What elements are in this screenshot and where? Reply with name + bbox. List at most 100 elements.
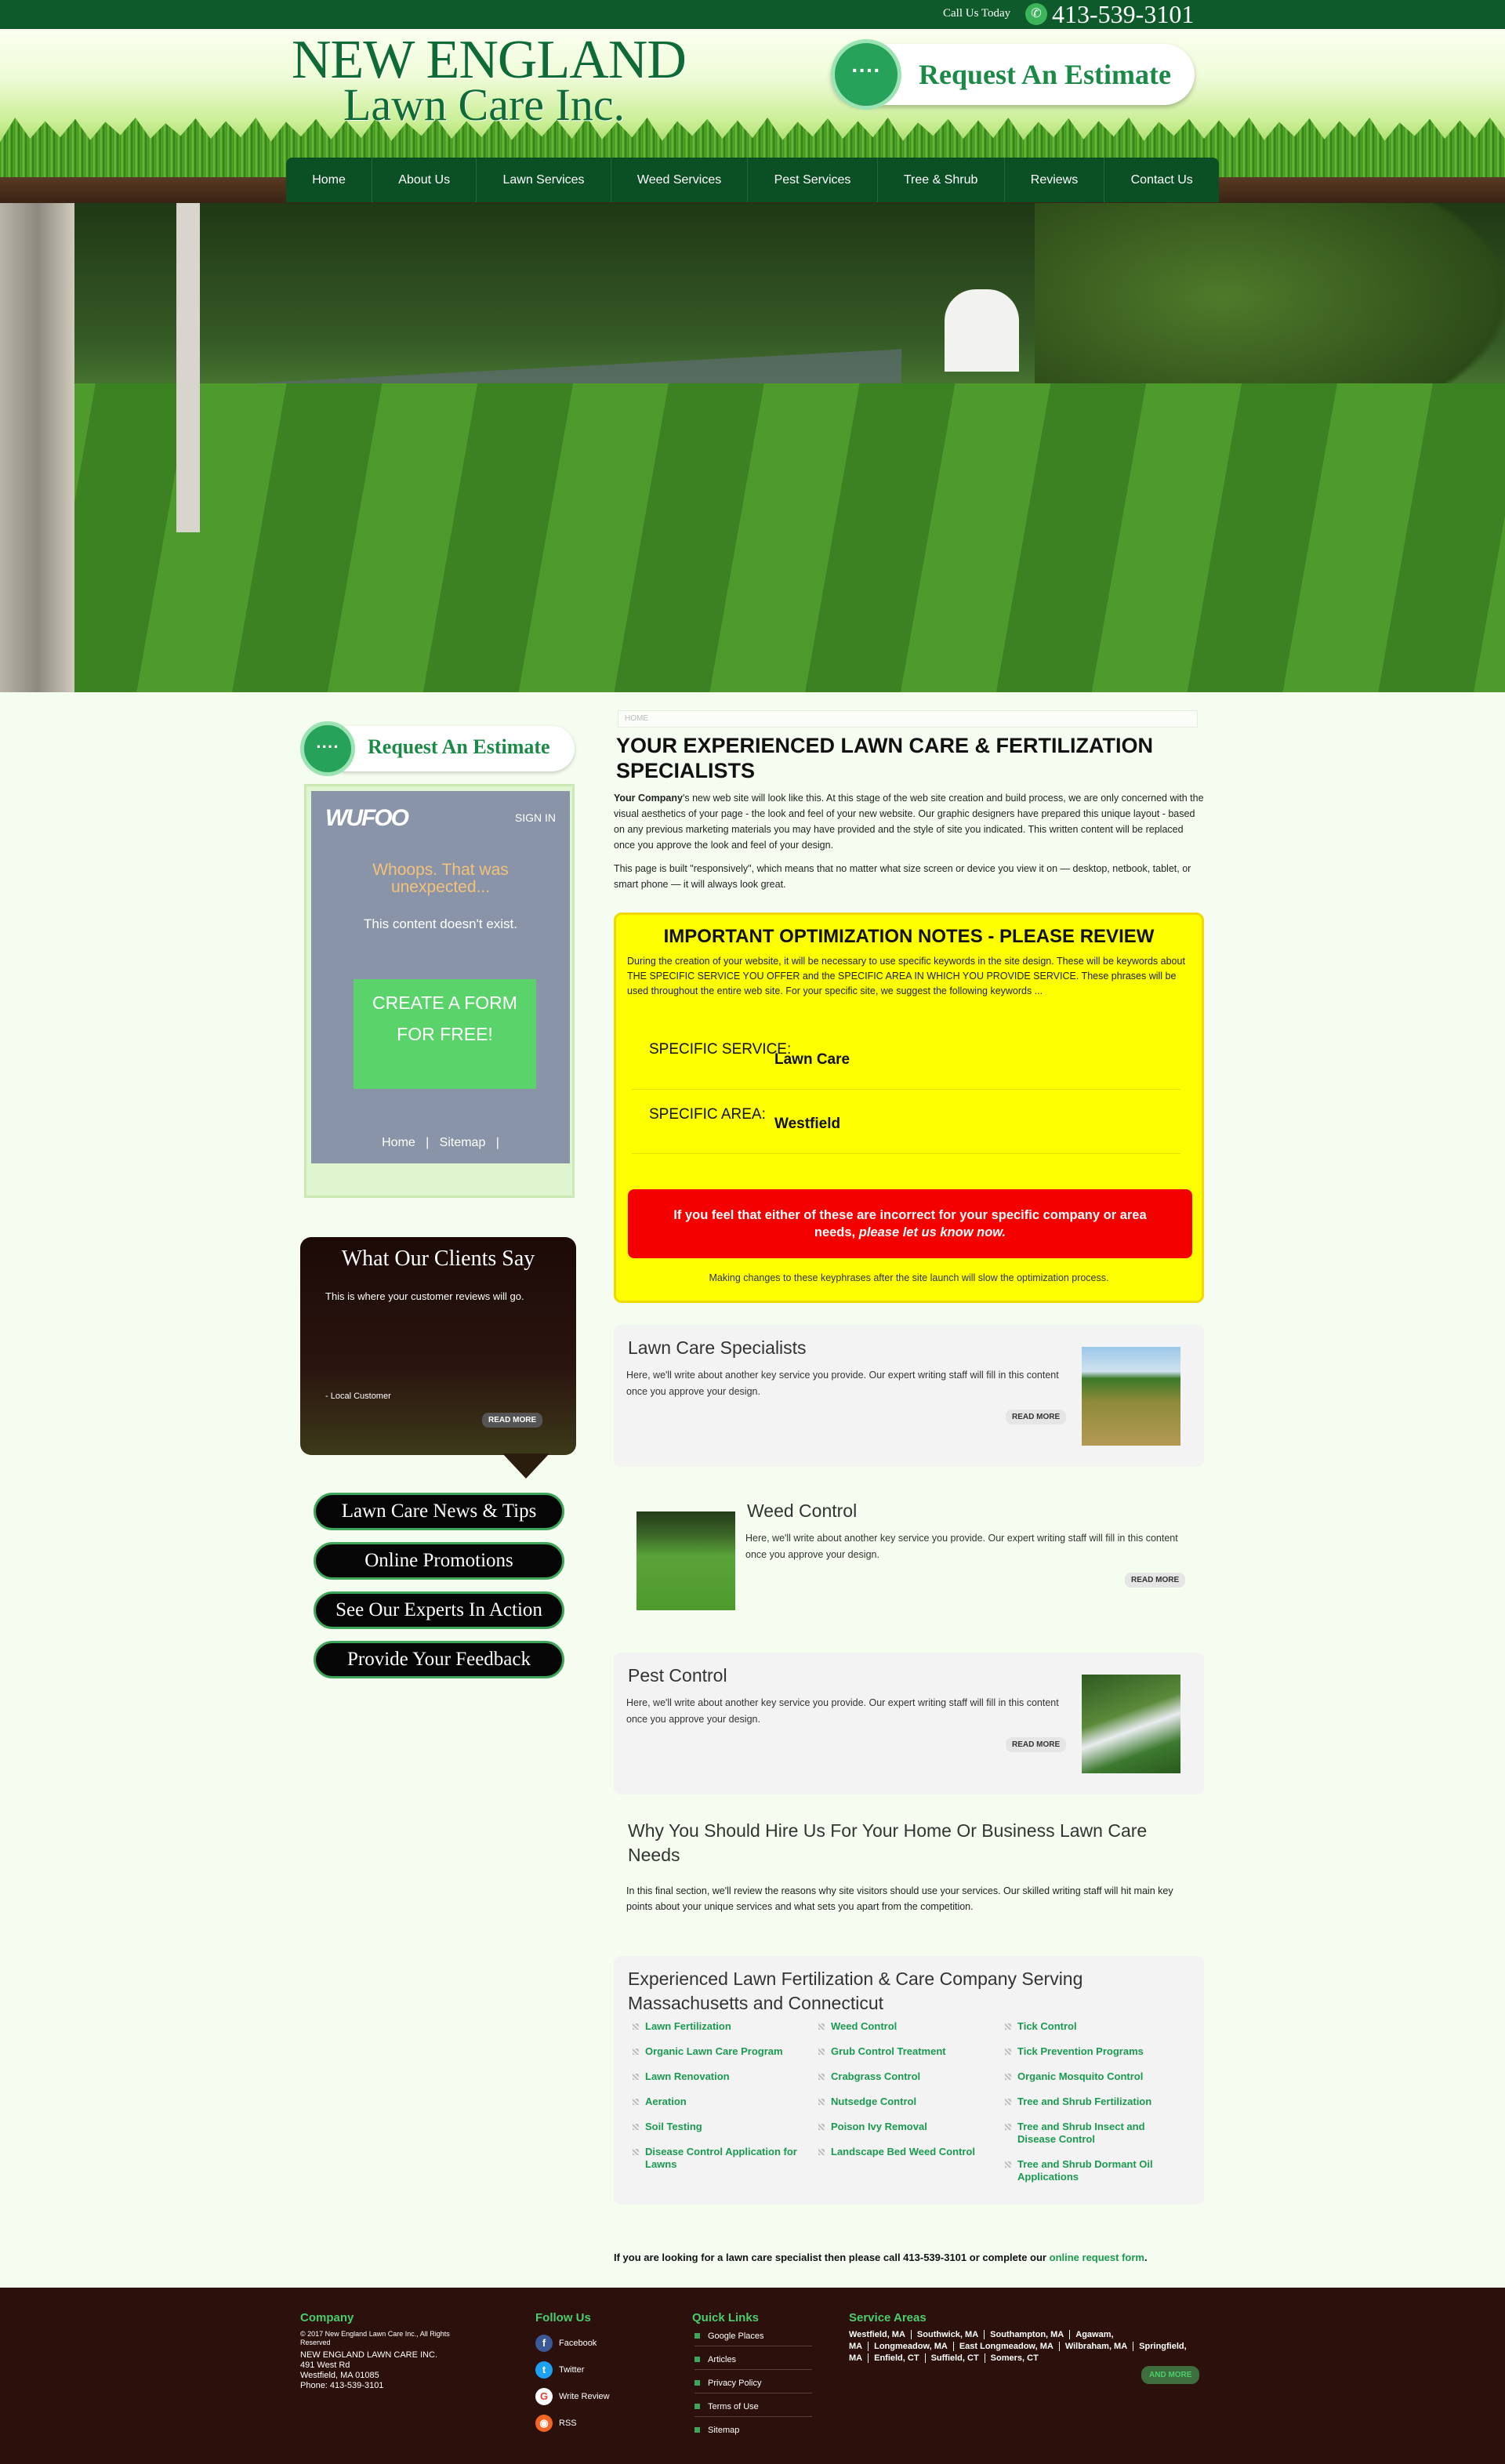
service-keyword-value: Lawn Care [774,1051,850,1068]
write-review-link[interactable]: G Write Review [535,2388,610,2405]
twitter-link[interactable]: t Twitter [535,2361,584,2379]
area-item[interactable]: Longmeadow, MA [869,2342,954,2351]
facebook-label: Facebook [559,2338,597,2348]
let-us-know-link[interactable]: please let us know now. [859,1225,1006,1239]
service-card-pest-control: Pest Control Here, we'll write about ano… [614,1653,1204,1794]
service-read-more[interactable]: READ MORE [1125,1573,1186,1588]
form-footer-links: Home | Sitemap | [311,1136,570,1150]
experts-action-button[interactable]: See Our Experts In Action [314,1591,564,1629]
quick-link-articles[interactable]: Articles [694,2355,812,2370]
service-card-weed-control: Weed Control Here, we'll write about ano… [614,1488,1204,1630]
service-link[interactable]: Disease Control Application for Lawns [629,2146,802,2171]
why-desc: In this final section, we'll review the … [626,1885,1173,1912]
and-more-button[interactable]: AND MORE [1141,2366,1200,2384]
nav-contact[interactable]: Contact Us [1104,158,1219,202]
links-col-lawn: Lawn Fertilization Organic Lawn Care Pro… [629,2020,802,2183]
area-item[interactable]: Somers, CT [985,2353,1044,2363]
service-title: Lawn Care Specialists [628,1337,807,1358]
area-item[interactable]: Southampton, MA [985,2330,1071,2339]
nav-tree-shrub[interactable]: Tree & Shrub [878,158,1005,202]
review-cite: - Local Customer [325,1392,391,1401]
company-phone: Phone: 413-539-3101 [300,2381,384,2390]
area-item[interactable]: Westfield, MA [849,2330,912,2339]
phone-link[interactable]: 413-539-3101 [1052,0,1194,29]
hero-image [0,203,1505,692]
nav-pest-services[interactable]: Pest Services [748,158,878,202]
nav-reviews[interactable]: Reviews [1005,158,1105,202]
nav-weed-services[interactable]: Weed Services [611,158,749,202]
reviews-title: What Our Clients Say [341,1247,535,1271]
logo-line2[interactable]: Lawn Care Inc. [343,82,625,129]
service-link[interactable]: Tick Control [1002,2020,1174,2033]
copyright: © 2017 New England Lawn Care Inc., All R… [300,2330,450,2346]
news-tips-button[interactable]: Lawn Care News & Tips [314,1493,564,1530]
page-title: YOUR EXPERIENCED LAWN CARE & FERTILIZATI… [616,734,1154,782]
form-sitemap-link[interactable]: Sitemap [440,1136,486,1149]
rss-link[interactable]: ◉ RSS [535,2415,577,2432]
quick-link-privacy[interactable]: Privacy Policy [694,2379,812,2393]
breadcrumb: HOME [618,710,1198,728]
rss-icon: ◉ [535,2415,553,2432]
service-link[interactable]: Tree and Shrub Insect and Disease Contro… [1002,2121,1174,2146]
service-link[interactable]: Nutsedge Control [815,2096,988,2108]
service-desc: Here, we'll write about another key serv… [745,1533,1178,1560]
service-links-box: Experienced Lawn Fertilization & Care Co… [614,1956,1204,2205]
service-read-more[interactable]: READ MORE [1006,1737,1067,1752]
optimization-notes: IMPORTANT OPTIMIZATION NOTES - PLEASE RE… [614,913,1204,1303]
service-read-more[interactable]: READ MORE [1006,1410,1067,1424]
service-link[interactable]: Poison Ivy Removal [815,2121,988,2133]
service-link[interactable]: Grub Control Treatment [815,2045,988,2058]
request-estimate-button[interactable]: ···· Request An Estimate [831,39,1195,110]
keyword-warning: If you feel that either of these are inc… [628,1189,1192,1258]
area-item[interactable]: Southwick, MA [911,2330,985,2339]
online-request-link[interactable]: online request form [1050,2252,1144,2263]
company-city: Westfield, MA 01085 [300,2371,379,2380]
reviews-read-more[interactable]: READ MORE [482,1413,543,1428]
form-home-link[interactable]: Home [382,1136,415,1149]
service-link[interactable]: Tree and Shrub Fertilization [1002,2096,1174,2108]
signin-link[interactable]: SIGN IN [515,811,556,824]
area-keyword-value: Westfield [774,1116,841,1132]
error-heading: Whoops. That was unexpected... [372,861,509,896]
promotions-button[interactable]: Online Promotions [314,1542,564,1580]
rss-label: RSS [559,2418,577,2428]
quick-link-google-places[interactable]: Google Places [694,2332,812,2346]
area-item[interactable]: Enfield, CT [869,2353,926,2363]
call-label: Call Us Today [943,7,1011,20]
optimization-note: Making changes to these keyphrases after… [709,1272,1109,1283]
service-link[interactable]: Organic Mosquito Control [1002,2070,1174,2083]
sidebar-estimate-button[interactable]: ···· Request An Estimate [300,721,576,776]
area-item[interactable]: Wilbraham, MA [1059,2342,1134,2351]
nav-home[interactable]: Home [286,158,373,202]
wufoo-logo[interactable]: WUFOO [325,805,409,832]
service-link[interactable]: Aeration [629,2096,802,2108]
facebook-link[interactable]: f Facebook [535,2335,597,2352]
nav-about[interactable]: About Us [372,158,477,202]
feedback-button[interactable]: Provide Your Feedback [314,1641,564,1678]
service-link[interactable]: Crabgrass Control [815,2070,988,2083]
quick-link-sitemap[interactable]: Sitemap [694,2426,812,2440]
service-link[interactable]: Organic Lawn Care Program [629,2045,802,2058]
hero-lawn [0,383,1505,692]
area-item[interactable]: East Longmeadow, MA [953,2342,1060,2351]
service-areas-list: Westfield, MA Southwick, MA Southampton, M… [849,2329,1194,2364]
intro-company: Your Company [614,793,683,804]
write-review-label: Write Review [559,2391,610,2401]
phone-icon: ✆ [1025,3,1047,25]
service-link[interactable]: Weed Control [815,2020,988,2033]
facebook-icon: f [535,2335,553,2352]
service-link[interactable]: Tick Prevention Programs [1002,2045,1174,2058]
service-link[interactable]: Landscape Bed Weed Control [815,2146,988,2158]
service-desc: Here, we'll write about another key serv… [626,1697,1059,1725]
breadcrumb-home[interactable]: HOME [625,714,648,723]
create-form-button[interactable]: CREATE A FORM FOR FREE! [354,979,536,1089]
nav-lawn-services[interactable]: Lawn Services [477,158,611,202]
intro-body: 's new web site will look like this. At … [614,793,1204,851]
quick-link-terms[interactable]: Terms of Use [694,2402,812,2417]
service-link[interactable]: Lawn Renovation [629,2070,802,2083]
service-link[interactable]: Tree and Shrub Dormant Oil Applications [1002,2158,1174,2183]
footer-quick-title: Quick Links [692,2311,760,2324]
service-link[interactable]: Lawn Fertilization [629,2020,802,2033]
area-item[interactable]: Suffield, CT [925,2353,985,2363]
service-link[interactable]: Soil Testing [629,2121,802,2133]
